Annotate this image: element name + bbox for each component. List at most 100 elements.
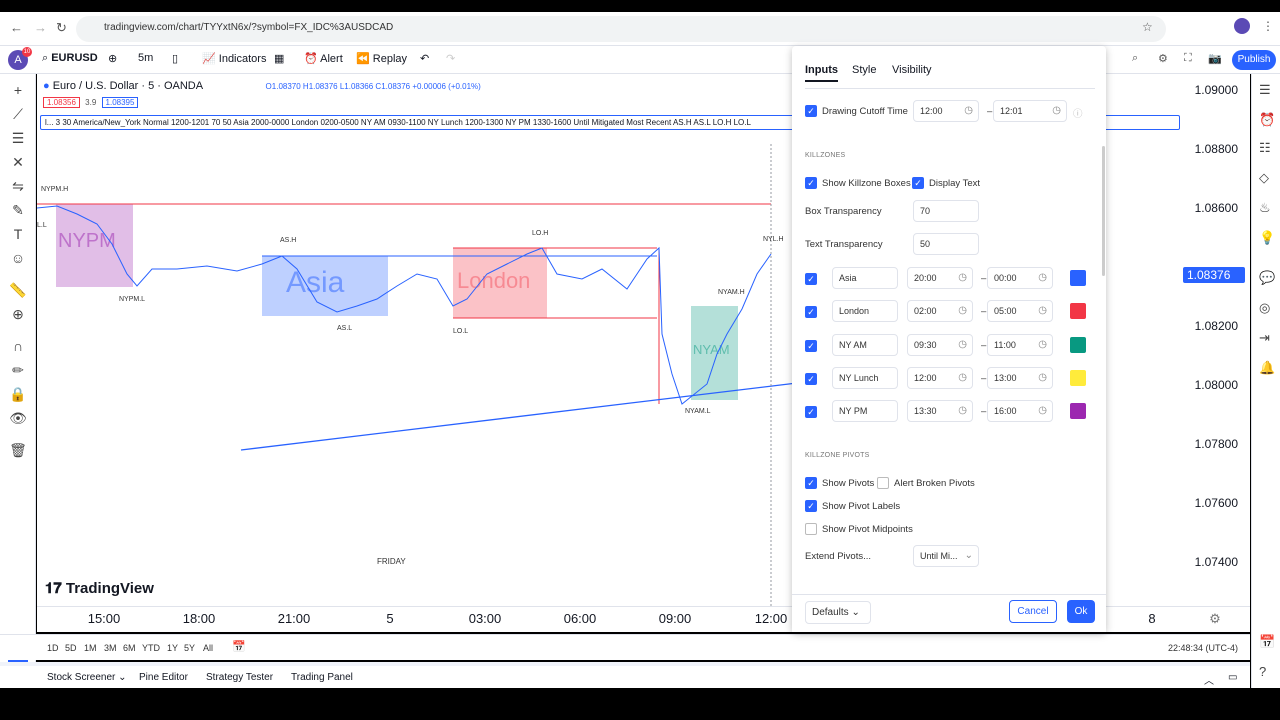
range-5d[interactable]: 5D	[65, 643, 77, 653]
collapse-panel-icon[interactable]: ︿	[1204, 672, 1214, 687]
session-color-swatch[interactable]	[1070, 303, 1086, 320]
session-end-input[interactable]: 05:00 ◷	[987, 300, 1053, 323]
cutoff-start-input[interactable]: 12:00 ◷	[913, 100, 979, 122]
layouts-icon[interactable]: ▦	[274, 52, 284, 65]
session-start-input[interactable]: 20:00 ◷	[907, 267, 973, 289]
brush-icon[interactable]: ✎	[9, 202, 27, 220]
cutoff-end-input[interactable]: 12:01 ◷	[993, 100, 1067, 122]
data-window-icon[interactable]: ☷	[1259, 140, 1271, 156]
back-icon[interactable]: ←	[10, 20, 23, 35]
eye-icon[interactable]: 👁	[9, 410, 27, 428]
undo-icon[interactable]: ↶	[420, 52, 429, 65]
fib-icon[interactable]: ☰	[9, 130, 27, 148]
replay-button[interactable]: ⏪ Replay	[356, 52, 407, 65]
session-end-input[interactable]: 00:00 ◷	[987, 267, 1053, 289]
session-name-input[interactable]: London	[832, 300, 898, 323]
trash-icon[interactable]: 🗑	[9, 442, 27, 460]
session-end-input[interactable]: 16:00 ◷	[987, 400, 1053, 423]
session-start-input[interactable]: 09:30 ◷	[907, 333, 973, 356]
chat-icon[interactable]: 💬	[1259, 270, 1275, 286]
range-3m[interactable]: 3M	[104, 643, 117, 653]
help-icon[interactable]: ?	[1259, 664, 1266, 679]
session-enabled-checkbox[interactable]: ✓	[805, 372, 817, 385]
display-text-checkbox[interactable]: ✓	[912, 177, 924, 189]
info-icon[interactable]: ⓘ	[1073, 106, 1083, 120]
text-icon[interactable]: T	[9, 226, 27, 244]
box-transparency-input[interactable]: 70	[913, 200, 979, 222]
ruler-icon[interactable]: 📏	[9, 282, 27, 300]
tab-pine-editor[interactable]: Pine Editor	[139, 672, 188, 683]
session-start-input[interactable]: 12:00 ◷	[907, 366, 973, 389]
session-enabled-checkbox[interactable]: ✓	[805, 306, 817, 319]
candles-icon[interactable]: ▯	[172, 52, 178, 65]
fullscreen-icon[interactable]: ⛶	[1184, 52, 1192, 65]
range-all[interactable]: All	[203, 643, 213, 653]
session-start-input[interactable]: 13:30 ◷	[907, 400, 973, 423]
tradingview-logo[interactable]: 𝟏𝟕 TradingView	[45, 580, 154, 597]
session-end-input[interactable]: 11:00 ◷	[987, 333, 1053, 356]
session-name-input[interactable]: NY Lunch	[832, 366, 898, 389]
session-name-input[interactable]: Asia	[832, 267, 898, 289]
address-bar[interactable]: tradingview.com/chart/TYYxtN6x/?symbol=F…	[76, 16, 1166, 42]
range-1y[interactable]: 1Y	[167, 643, 178, 653]
reload-icon[interactable]: ↻	[56, 20, 67, 36]
cancel-button[interactable]: Cancel	[1009, 600, 1057, 623]
pivot-midpoints-checkbox[interactable]	[805, 523, 817, 535]
tab-strategy-tester[interactable]: Strategy Tester	[206, 672, 273, 683]
maximize-panel-icon[interactable]: ▭	[1228, 672, 1237, 683]
tab-trading-panel[interactable]: Trading Panel	[291, 672, 353, 683]
menu-icon[interactable]: ⋮	[1262, 19, 1274, 33]
quick-search-icon[interactable]: ⌕	[1132, 52, 1138, 65]
defaults-dropdown[interactable]: Defaults ⌄	[805, 601, 871, 624]
session-name-input[interactable]: NY AM	[832, 333, 898, 356]
watchlist-icon[interactable]: ☰	[1259, 82, 1271, 98]
axis-settings-icon[interactable]: ⚙	[1209, 611, 1221, 627]
notifications-bell-icon[interactable]: 🔔	[1259, 360, 1275, 376]
range-6m[interactable]: 6M	[123, 643, 136, 653]
session-color-swatch[interactable]	[1070, 270, 1086, 286]
alerts-clock-icon[interactable]: ⏰	[1259, 112, 1275, 128]
snapshot-camera-icon[interactable]: 📷	[1208, 52, 1222, 65]
compare-add-icon[interactable]: ⊕	[108, 52, 117, 65]
price-axis[interactable]: 1.09000 1.08800 1.08600 1.08376 1.08200 …	[1180, 74, 1250, 606]
session-start-input[interactable]: 02:00 ◷	[907, 300, 973, 323]
session-enabled-checkbox[interactable]: ✓	[805, 339, 817, 352]
dialog-scrollbar[interactable]	[1102, 146, 1105, 276]
ideas-bulb-icon[interactable]: 💡	[1259, 230, 1275, 246]
goto-date-icon[interactable]: 📅	[232, 640, 246, 653]
clock[interactable]: 22:48:34 (UTC-4)	[1168, 643, 1238, 653]
redo-icon[interactable]: ↷	[446, 52, 455, 65]
range-1d[interactable]: 1D	[47, 643, 59, 653]
broadcast-icon[interactable]: ⇥	[1259, 330, 1270, 346]
extend-pivots-select[interactable]: Until Mi... ⌄	[913, 545, 979, 567]
range-5y[interactable]: 5Y	[184, 643, 195, 653]
zoom-in-icon[interactable]: ⊕	[9, 306, 27, 324]
alert-button[interactable]: ⏰ Alert	[304, 52, 343, 65]
tab-style[interactable]: Style	[852, 64, 876, 76]
alert-broken-checkbox[interactable]	[877, 477, 889, 489]
show-boxes-checkbox[interactable]: ✓	[805, 177, 817, 189]
text-transparency-input[interactable]: 50	[913, 233, 979, 255]
bookmark-star-icon[interactable]: ☆	[1142, 20, 1153, 34]
range-1m[interactable]: 1M	[84, 643, 97, 653]
session-color-swatch[interactable]	[1070, 403, 1086, 420]
prediction-icon[interactable]: ⇋	[9, 178, 27, 196]
lock-drawing-icon[interactable]: ✏	[9, 362, 27, 380]
range-ytd[interactable]: YTD	[142, 643, 160, 653]
streams-icon[interactable]: ◎	[1259, 300, 1270, 316]
forward-icon[interactable]: →	[34, 20, 47, 35]
session-enabled-checkbox[interactable]: ✓	[805, 406, 817, 419]
session-color-swatch[interactable]	[1070, 336, 1086, 353]
session-enabled-checkbox[interactable]: ✓	[805, 273, 817, 285]
session-color-swatch[interactable]	[1070, 369, 1086, 386]
interval-button[interactable]: 5m	[138, 52, 153, 64]
tab-visibility[interactable]: Visibility	[892, 64, 932, 76]
session-end-input[interactable]: 13:00 ◷	[987, 366, 1053, 389]
hotlist-flame-icon[interactable]: ♨	[1259, 200, 1271, 216]
show-pivots-checkbox[interactable]: ✓	[805, 477, 817, 489]
emoji-icon[interactable]: ☺	[9, 250, 27, 268]
pattern-icon[interactable]: ✕	[9, 154, 27, 172]
cutoff-checkbox[interactable]: ✓	[805, 105, 817, 117]
crosshair-icon[interactable]: +	[9, 82, 27, 100]
calendar-icon[interactable]: 📅	[1259, 634, 1275, 650]
